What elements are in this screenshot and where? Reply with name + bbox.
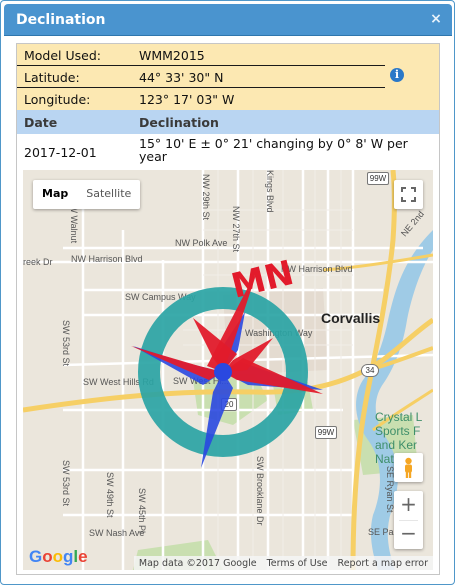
map[interactable]: reek Dr NW Harrison Blvd NW Harrison Blv… [23, 170, 433, 570]
model-label: Model Used: [24, 48, 102, 63]
map-attribution: Map data ©2017 Google [138, 557, 257, 569]
google-logo: Google [29, 547, 88, 566]
zoom-control: + − [394, 491, 423, 549]
fullscreen-icon [401, 187, 416, 202]
result-panel: Model Used: WMM2015 Latitude: 44° 33' 30… [16, 43, 440, 575]
map-type-satellite-button[interactable]: Satellite [77, 180, 140, 209]
latitude-label: Latitude: [24, 70, 80, 85]
map-type-control: Map Satellite [33, 180, 141, 209]
map-type-map-button[interactable]: Map [33, 180, 77, 209]
zoom-out-button[interactable]: − [394, 520, 423, 549]
declination-column-header: Declination [139, 115, 219, 130]
latitude-row: Latitude: 44° 33' 30" N [17, 66, 385, 88]
table-row: 2017-12-01 15° 10' E ± 0° 21' changing b… [17, 134, 439, 170]
declination-dialog: Declination × Model Used: WMM2015 Latitu… [0, 0, 455, 585]
longitude-value: 123° 17' 03" W [139, 92, 235, 107]
pegman-icon [405, 457, 412, 478]
terms-link[interactable]: Terms of Use [262, 558, 333, 569]
info-circle-icon[interactable]: i [390, 68, 404, 82]
longitude-label: Longitude: [24, 92, 91, 107]
dialog-titlebar[interactable]: Declination × [4, 4, 452, 36]
longitude-row: Longitude: 123° 17' 03" W [17, 88, 385, 110]
report-error-link[interactable]: Report a map error [333, 558, 433, 569]
compass-label: MN [228, 253, 298, 307]
map-footer: Map data ©2017 Google Terms of Use Repor… [133, 556, 433, 570]
dialog-title: Declination [16, 12, 106, 28]
info-box: Model Used: WMM2015 Latitude: 44° 33' 30… [17, 44, 439, 110]
street-view-button[interactable] [394, 453, 423, 482]
date-cell: 2017-12-01 [24, 145, 97, 160]
latitude-value: 44° 33' 30" N [139, 70, 224, 85]
compass-rose-icon: MN [131, 253, 323, 468]
zoom-in-button[interactable]: + [394, 491, 423, 520]
table-header: Date Declination [17, 110, 439, 134]
close-button[interactable]: × [428, 11, 444, 27]
date-column-header: Date [24, 115, 58, 130]
zoom-divider [399, 520, 418, 521]
model-row: Model Used: WMM2015 [17, 44, 385, 66]
fullscreen-button[interactable] [394, 180, 423, 209]
model-value: WMM2015 [139, 48, 205, 63]
declination-cell: 15° 10' E ± 0° 21' changing by 0° 8' W p… [139, 136, 408, 164]
